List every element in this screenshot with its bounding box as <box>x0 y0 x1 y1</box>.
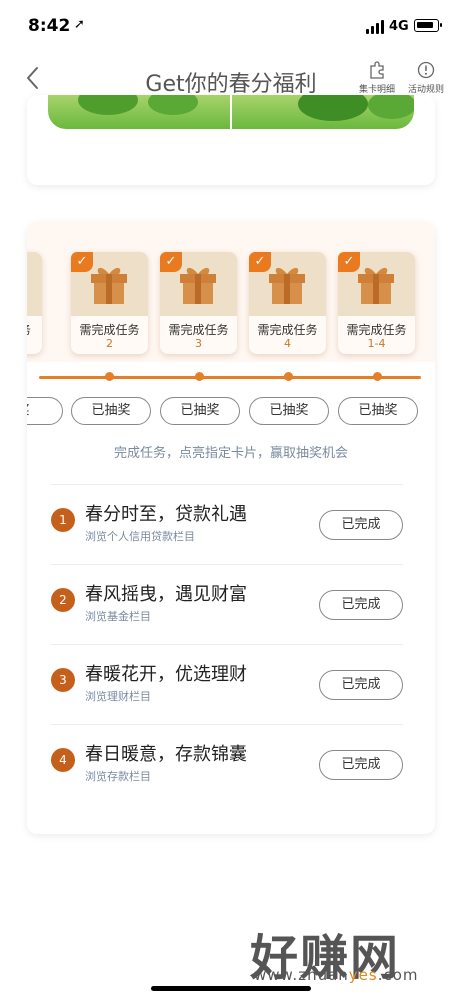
gift-card-number: 4 <box>284 337 291 350</box>
gift-icon <box>176 264 220 310</box>
task-number-badge: 3 <box>51 668 75 692</box>
gift-card-label: 务 <box>27 321 31 338</box>
gift-icon <box>265 264 309 310</box>
info-icon <box>417 61 435 79</box>
draw-button-2[interactable]: 已抽奖 <box>160 397 240 425</box>
draw-button-3[interactable]: 已抽奖 <box>249 397 329 425</box>
network-label: 4G <box>389 19 409 34</box>
gift-card-2[interactable]: ✓ 需完成任务 3 <box>160 252 237 354</box>
task-row-3: 3 春暖花开，优选理财 浏览理财栏目 已完成 <box>51 644 407 724</box>
checkmark-icon: ✓ <box>160 252 182 272</box>
task-row-1: 1 春分时至，贷款礼遇 浏览个人信用贷款栏目 已完成 <box>51 484 407 564</box>
page-title: Get你的春分福利 <box>145 72 317 97</box>
task-subtitle: 浏览基金栏目 <box>85 610 151 623</box>
task-status-button[interactable]: 已完成 <box>319 510 403 540</box>
signal-icon <box>366 20 386 34</box>
gift-card-3[interactable]: ✓ 需完成任务 4 <box>249 252 326 354</box>
task-subtitle: 浏览理财栏目 <box>85 690 151 703</box>
draw-button-4[interactable]: 已抽奖 <box>338 397 418 425</box>
banner-card <box>27 95 435 185</box>
checkmark-icon: ✓ <box>338 252 360 272</box>
gift-card-label: 需完成任务 <box>79 323 140 337</box>
watermark-url-accent: yes <box>348 966 378 984</box>
gift-card-label: 需完成任务 <box>168 323 229 337</box>
gift-card-number: 2 <box>106 337 113 350</box>
draw-button-1[interactable]: 已抽奖 <box>71 397 151 425</box>
draw-button-partial[interactable]: 奖 <box>27 397 63 425</box>
watermark-url-part: .com <box>377 966 419 984</box>
progress-dot <box>373 372 382 381</box>
task-number-badge: 1 <box>51 508 75 532</box>
chevron-left-icon <box>27 67 38 89</box>
task-subtitle: 浏览存款栏目 <box>85 770 151 783</box>
status-bar: 8:42 ➚ 4G <box>0 0 462 50</box>
status-time: 8:42 <box>28 16 71 36</box>
gift-card-label: 需完成任务 <box>257 323 318 337</box>
progress-dot <box>105 372 114 381</box>
task-number-badge: 4 <box>51 748 75 772</box>
task-status-button[interactable]: 已完成 <box>319 590 403 620</box>
card-detail-label: 集卡明细 <box>358 85 395 95</box>
rules-button[interactable]: 活动规则 <box>401 60 451 95</box>
gift-card-label: 需完成任务 <box>346 323 407 337</box>
task-title: 春风摇曳，遇见财富 <box>85 584 247 605</box>
watermark-url: www.zhuanyes.com <box>254 966 419 984</box>
watermark-url-part: www.zhuan <box>254 966 349 984</box>
task-card: 务 ✓ 需完成任务 2 ✓ 需 <box>27 222 435 834</box>
checkmark-icon: ✓ <box>249 252 271 272</box>
gift-icon <box>87 264 131 310</box>
task-title: 春日暖意，存款锦囊 <box>85 744 247 765</box>
gift-card-number: 3 <box>195 337 202 350</box>
gift-card-1[interactable]: ✓ 需完成任务 2 <box>71 252 148 354</box>
task-hint: 完成任务，点亮指定卡片，赢取抽奖机会 <box>113 446 348 461</box>
location-icon: ➚ <box>74 17 85 32</box>
gift-card-partial[interactable]: 务 <box>27 252 42 354</box>
gift-icon <box>354 264 398 310</box>
card-detail-button[interactable]: 集卡明细 <box>352 60 402 95</box>
task-row-4: 4 春日暖意，存款锦囊 浏览存款栏目 已完成 <box>51 724 407 804</box>
gift-card-number: 1-4 <box>367 337 386 350</box>
checkmark-icon: ✓ <box>71 252 93 272</box>
task-row-2: 2 春风摇曳，遇见财富 浏览基金栏目 已完成 <box>51 564 407 644</box>
puzzle-icon <box>370 61 384 79</box>
home-indicator[interactable] <box>151 986 311 991</box>
task-subtitle: 浏览个人信用贷款栏目 <box>85 530 195 543</box>
gift-card-4[interactable]: ✓ 需完成任务 1-4 <box>338 252 415 354</box>
task-number-badge: 2 <box>51 588 75 612</box>
progress-dot <box>195 372 204 381</box>
battery-icon <box>414 19 442 32</box>
task-title: 春分时至，贷款礼遇 <box>85 504 247 525</box>
rules-label: 活动规则 <box>407 85 444 95</box>
task-status-button[interactable]: 已完成 <box>319 750 403 780</box>
task-status-button[interactable]: 已完成 <box>319 670 403 700</box>
progress-line <box>39 376 421 379</box>
task-title: 春暖花开，优选理财 <box>85 664 247 685</box>
progress-dot <box>284 372 293 381</box>
spring-banner-image <box>48 95 414 129</box>
back-button[interactable] <box>22 64 46 92</box>
